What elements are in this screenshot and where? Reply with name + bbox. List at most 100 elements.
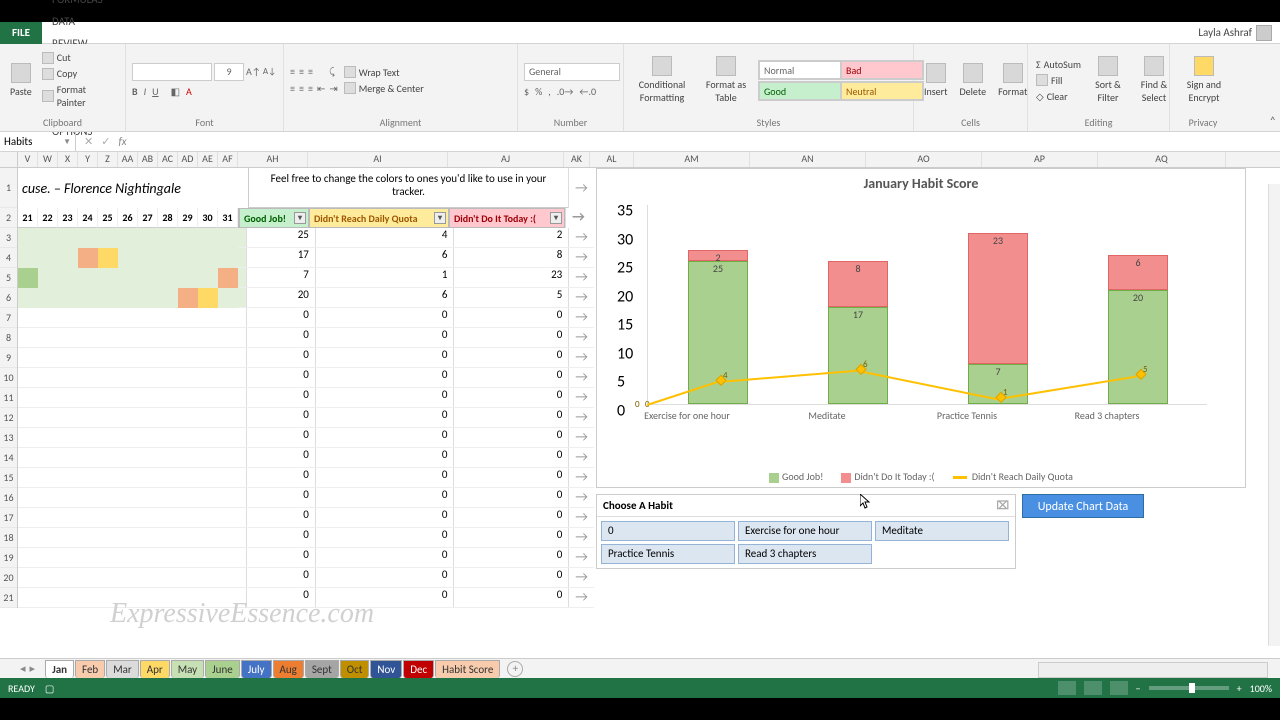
inc-decimal-button[interactable]: .0→ (557, 85, 574, 98)
format-cells-button[interactable]: Format (994, 61, 1031, 100)
tab-nav-prev-icon[interactable]: ◂ (20, 662, 26, 675)
sheet-tab-sept[interactable]: Sept (305, 660, 339, 678)
zoom-out-button[interactable]: − (1136, 682, 1141, 695)
slicer-item[interactable]: Meditate (875, 521, 1009, 541)
style-neutral[interactable]: Neutral (841, 82, 923, 100)
fill-color-button[interactable]: ◧ (171, 85, 180, 98)
slicer-item[interactable]: Read 3 chapters (738, 544, 872, 564)
sheet-tab-may[interactable]: May (171, 660, 204, 678)
slicer-clear-icon[interactable]: ⌧ (996, 499, 1009, 512)
font-color-button[interactable]: A (186, 85, 192, 98)
view-normal-button[interactable] (1058, 681, 1076, 695)
fill-button[interactable]: Fill (1034, 73, 1083, 88)
font-size-select[interactable]: 9 (214, 63, 244, 81)
horizontal-scrollbar[interactable] (1038, 662, 1268, 678)
confirm-formula-icon[interactable]: ✓ (101, 135, 110, 148)
style-normal[interactable]: Normal (759, 61, 841, 79)
copy-button[interactable]: Copy (40, 66, 119, 81)
align-center-button[interactable]: ≡ (299, 82, 304, 95)
table-row[interactable]: 000→ (18, 548, 594, 568)
slicer-item[interactable]: Practice Tennis (601, 544, 735, 564)
header-good[interactable]: Good Job!▾ (239, 208, 309, 228)
update-chart-button[interactable]: Update Chart Data (1022, 494, 1144, 518)
zoom-level[interactable]: 100% (1250, 682, 1272, 695)
table-row[interactable]: 000→ (18, 388, 594, 408)
orientation-button[interactable]: ⤹ (329, 65, 335, 78)
collapse-ribbon-icon[interactable]: ˄ (1270, 115, 1276, 129)
table-row[interactable]: 000→ (18, 328, 594, 348)
cut-button[interactable]: Cut (40, 50, 119, 65)
paste-button[interactable]: Paste (6, 61, 36, 100)
sheet-tab-dec[interactable]: Dec (403, 660, 434, 678)
fx-icon[interactable]: fx (118, 135, 132, 148)
italic-button[interactable]: I (144, 85, 147, 98)
format-painter-button[interactable]: Format Painter (40, 82, 119, 110)
align-right-button[interactable]: ≡ (308, 82, 313, 95)
view-break-button[interactable] (1110, 681, 1128, 695)
filter-icon[interactable]: ▾ (434, 212, 446, 224)
align-top-button[interactable]: ≡ (290, 65, 295, 78)
autosum-button[interactable]: ΣAutoSum (1034, 57, 1083, 72)
slicer-item[interactable]: Exercise for one hour (738, 521, 872, 541)
currency-button[interactable]: $ (524, 85, 529, 98)
macro-record-icon[interactable]: ▢ (45, 682, 54, 695)
cancel-formula-icon[interactable]: ✕ (84, 135, 93, 148)
sort-filter-button[interactable]: Sort & Filter (1087, 54, 1129, 106)
percent-button[interactable]: % (535, 85, 542, 98)
dec-decimal-button[interactable]: ←.0 (579, 85, 596, 98)
zoom-slider[interactable] (1149, 686, 1229, 690)
table-row[interactable]: 000→ (18, 488, 594, 508)
table-row[interactable]: 000→ (18, 448, 594, 468)
sheet-tab-jan[interactable]: Jan (45, 660, 74, 678)
zoom-in-button[interactable]: + (1237, 682, 1242, 695)
habit-score-chart[interactable]: January Habit Score 05101520253035252178… (596, 168, 1246, 488)
table-row[interactable]: 2542→ (18, 228, 594, 248)
column-headers[interactable]: VWXYZAAABACADAEAF AHAIAJAKALAMANAOAPAQ (0, 152, 1280, 168)
merge-center-button[interactable]: Merge & Center (342, 81, 426, 96)
new-sheet-button[interactable]: + (507, 661, 523, 677)
style-good[interactable]: Good (759, 82, 841, 100)
sheet-tab-june[interactable]: June (205, 660, 240, 678)
align-bottom-button[interactable]: ≡ (308, 65, 313, 78)
sheet-tab-feb[interactable]: Feb (75, 660, 105, 678)
tab-nav-next-icon[interactable]: ▸ (30, 662, 36, 675)
header-bad[interactable]: Didn't Do It Today :(▾ (449, 208, 565, 228)
indent-dec-button[interactable]: ⇤ (317, 82, 325, 95)
conditional-formatting-button[interactable]: Conditional Formatting (630, 54, 694, 106)
habit-slicer[interactable]: Choose A Habit⌧ 0Exercise for one hourMe… (596, 494, 1016, 569)
user-account[interactable]: Layla Ashraf (1198, 25, 1272, 41)
table-row[interactable]: 000→ (18, 428, 594, 448)
delete-cells-button[interactable]: Delete (956, 61, 991, 100)
table-row[interactable]: 000→ (18, 568, 594, 588)
table-row[interactable]: 1768→ (18, 248, 594, 268)
header-quota[interactable]: Didn't Reach Daily Quota▾ (309, 208, 449, 228)
table-row[interactable]: 2065→ (18, 288, 594, 308)
indent-inc-button[interactable]: ⇥ (329, 82, 337, 95)
wrap-text-button[interactable]: Wrap Text (342, 65, 426, 80)
filter-icon[interactable]: ▾ (550, 212, 562, 224)
view-layout-button[interactable] (1084, 681, 1102, 695)
table-row[interactable]: 000→ (18, 468, 594, 488)
style-bad[interactable]: Bad (841, 61, 923, 79)
table-row[interactable]: 000→ (18, 528, 594, 548)
tab-formulas[interactable]: FORMULAS (42, 0, 123, 11)
row-headers[interactable]: 123456789101112131415161718192021 (0, 168, 18, 608)
tab-data[interactable]: DATA (42, 11, 123, 33)
underline-button[interactable]: U (152, 85, 158, 98)
find-select-button[interactable]: Find & Select (1133, 54, 1175, 106)
format-as-table-button[interactable]: Format as Table (698, 54, 754, 106)
sheet-tab-habit score[interactable]: Habit Score (435, 660, 500, 678)
table-row[interactable]: 000→ (18, 308, 594, 328)
filter-icon[interactable]: ▾ (294, 212, 306, 224)
align-left-button[interactable]: ≡ (290, 82, 295, 95)
sign-encrypt-button[interactable]: Sign and Encrypt (1176, 54, 1232, 106)
table-row[interactable]: 7123→ (18, 268, 594, 288)
clear-button[interactable]: ◇Clear (1034, 89, 1083, 104)
table-row[interactable]: 000→ (18, 368, 594, 388)
sheet-tab-july[interactable]: July (241, 660, 272, 678)
font-family-select[interactable] (132, 63, 212, 81)
tab-file[interactable]: FILE (0, 22, 42, 44)
table-row[interactable]: 000→ (18, 508, 594, 528)
slicer-item[interactable]: 0 (601, 521, 735, 541)
sheet-tab-apr[interactable]: Apr (140, 660, 170, 678)
